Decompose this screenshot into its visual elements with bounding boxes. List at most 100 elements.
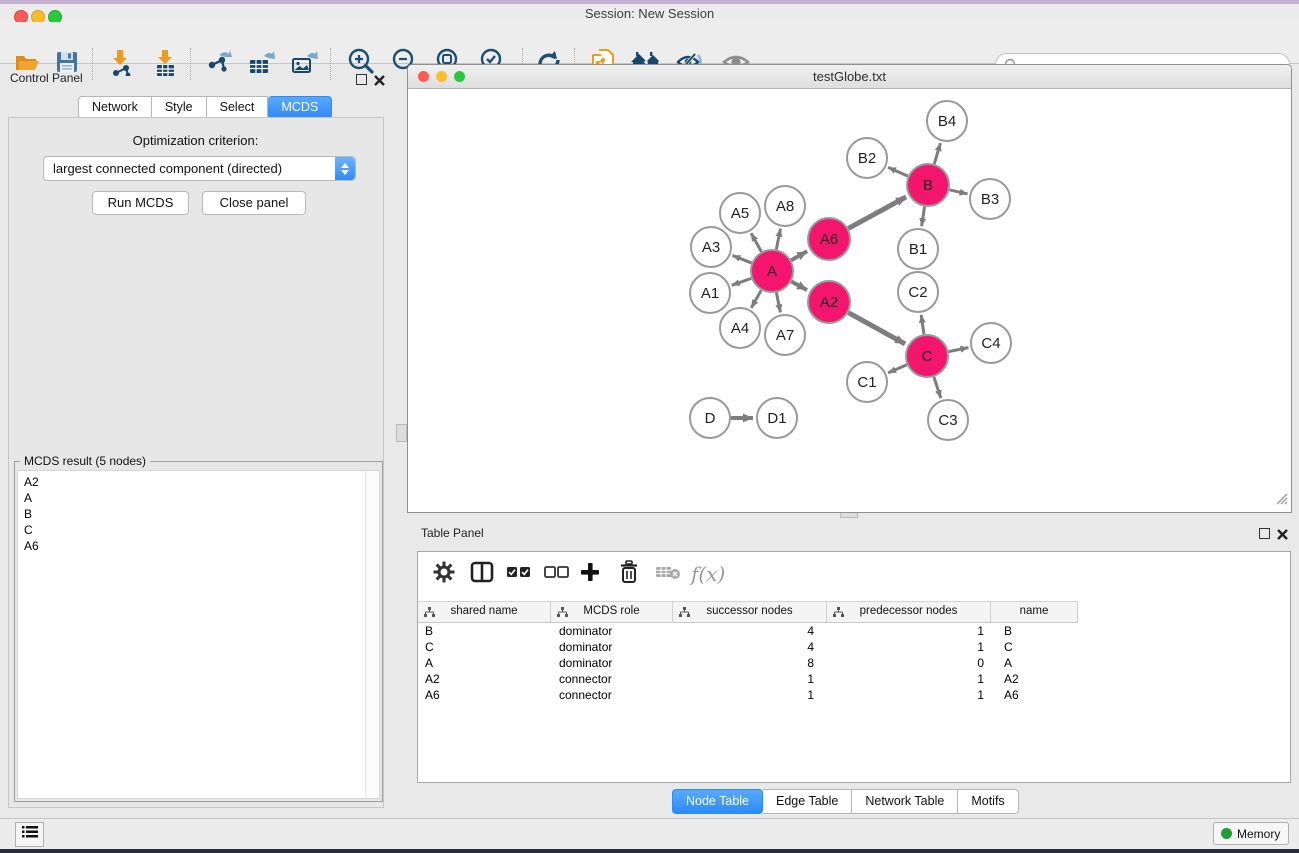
export-network-button[interactable]: [200, 47, 238, 81]
window-resize-grip[interactable]: [1274, 491, 1288, 510]
graph-edge-C-C1[interactable]: [888, 365, 907, 373]
node-table-container: f(x) shared name MCDS role successor nod…: [417, 551, 1291, 783]
function-builder-button[interactable]: f(x): [691, 560, 725, 588]
table-cell[interactable]: 0: [827, 655, 991, 671]
control-panel-title: Control Panel: [10, 71, 83, 85]
graph-edge-A-A1[interactable]: [732, 278, 752, 285]
tab-network-table[interactable]: Network Table: [852, 789, 958, 814]
graph-edge-A6-B[interactable]: [848, 197, 906, 228]
column-header-predecessor-nodes[interactable]: predecessor nodes: [827, 602, 991, 622]
tab-network[interactable]: Network: [78, 96, 152, 119]
tab-edge-table[interactable]: Edge Table: [763, 789, 852, 814]
table-row[interactable]: A dominator 8 0 A: [418, 655, 1078, 671]
criterion-dropdown[interactable]: largest connected component (directed): [43, 156, 356, 181]
table-cell[interactable]: dominator: [551, 655, 673, 671]
table-cell[interactable]: B: [991, 623, 1078, 639]
export-table-button[interactable]: [242, 47, 280, 81]
network-window-titlebar[interactable]: testGlobe.txt: [408, 65, 1291, 89]
table-cell[interactable]: A6: [418, 687, 551, 703]
graph-edge-B-B2[interactable]: [888, 167, 908, 176]
import-table-button[interactable]: [146, 47, 184, 81]
table-cell[interactable]: 1: [827, 639, 991, 655]
table-cell[interactable]: 1: [827, 687, 991, 703]
table-cell[interactable]: dominator: [551, 623, 673, 639]
graph-edge-C-C3[interactable]: [934, 377, 941, 398]
graph-edge-C-C4[interactable]: [949, 348, 969, 352]
memory-status-button[interactable]: Memory: [1213, 822, 1289, 845]
table-row[interactable]: B dominator 4 1 B: [418, 623, 1078, 639]
table-cell[interactable]: A2: [991, 671, 1078, 687]
table-cell[interactable]: 4: [673, 623, 827, 639]
graph-edge-C-C2[interactable]: [921, 315, 924, 334]
table-cell[interactable]: connector: [551, 671, 673, 687]
delete-column-button[interactable]: [618, 560, 640, 588]
run-mcds-button[interactable]: Run MCDS: [92, 191, 189, 215]
table-cell[interactable]: C: [991, 639, 1078, 655]
delete-table-button[interactable]: [655, 560, 681, 588]
table-cell[interactable]: 1: [673, 687, 827, 703]
import-network-button[interactable]: [102, 47, 140, 81]
graph-edge-B-B1[interactable]: [922, 207, 925, 227]
table-panel-float-icon[interactable]: [1259, 528, 1270, 539]
network-view-window: testGlobe.txt AA1A2A3A4A5A6A7A8BB1B2B3B4…: [407, 64, 1292, 513]
add-column-button[interactable]: [580, 560, 600, 588]
graph-edge-A-A5[interactable]: [751, 233, 761, 252]
graph-edge-B-B4[interactable]: [934, 143, 940, 164]
select-all-columns-button[interactable]: [506, 560, 532, 588]
graph-edge-A-A8[interactable]: [776, 229, 780, 250]
tab-select[interactable]: Select: [207, 96, 269, 119]
export-image-button[interactable]: [285, 47, 323, 81]
table-cell[interactable]: 4: [673, 639, 827, 655]
graph-node-label-A4: A4: [731, 320, 749, 337]
table-cell[interactable]: A: [418, 655, 551, 671]
control-panel-close-icon[interactable]: [374, 73, 385, 84]
table-cell[interactable]: 1: [827, 671, 991, 687]
list-item[interactable]: B: [24, 506, 379, 522]
column-header-successor-nodes[interactable]: successor nodes: [673, 602, 827, 622]
graph-edge-B-B3[interactable]: [949, 190, 967, 194]
table-cell[interactable]: dominator: [551, 639, 673, 655]
network-window-title: testGlobe.txt: [408, 69, 1291, 84]
graph-edge-A-A2[interactable]: [791, 282, 807, 291]
graph-edge-A-A7[interactable]: [776, 293, 780, 313]
table-cell[interactable]: 1: [827, 623, 991, 639]
vertical-splitter-grip[interactable]: [396, 424, 407, 442]
table-row[interactable]: A6 connector 1 1 A6: [418, 687, 1078, 703]
table-cell[interactable]: 1: [673, 671, 827, 687]
table-row[interactable]: C dominator 4 1 C: [418, 639, 1078, 655]
tab-node-table[interactable]: Node Table: [672, 789, 763, 814]
column-settings-button[interactable]: [432, 560, 456, 588]
control-panel-float-icon[interactable]: [356, 74, 367, 85]
toggle-column-panel-button[interactable]: [470, 560, 494, 588]
network-canvas[interactable]: AA1A2A3A4A5A6A7A8BB1B2B3B4CC1C2C3C4DD1: [408, 89, 1289, 511]
list-item[interactable]: A: [24, 490, 379, 506]
delete-table-icon: [655, 563, 681, 586]
graph-edge-A-A4[interactable]: [751, 290, 761, 308]
graph-edge-A-A6[interactable]: [791, 251, 807, 260]
close-panel-button[interactable]: Close panel: [202, 191, 306, 215]
deselect-all-columns-button[interactable]: [544, 560, 570, 588]
scrollbar-track[interactable]: [365, 471, 379, 798]
table-cell[interactable]: C: [418, 639, 551, 655]
graph-edge-A-A3[interactable]: [732, 255, 751, 263]
table-cell[interactable]: B: [418, 623, 551, 639]
list-item[interactable]: A2: [24, 474, 379, 490]
graph-node-label-C2: C2: [908, 284, 927, 301]
table-cell[interactable]: A6: [991, 687, 1078, 703]
tab-style[interactable]: Style: [152, 96, 207, 119]
list-item[interactable]: A6: [24, 538, 379, 554]
table-cell[interactable]: connector: [551, 687, 673, 703]
table-panel-close-icon[interactable]: [1277, 527, 1288, 538]
table-cell[interactable]: A2: [418, 671, 551, 687]
tab-motifs[interactable]: Motifs: [958, 789, 1018, 814]
graph-edge-A2-C[interactable]: [848, 313, 905, 344]
table-cell[interactable]: 8: [673, 655, 827, 671]
column-header-name[interactable]: name: [991, 602, 1078, 622]
table-cell[interactable]: A: [991, 655, 1078, 671]
column-header-mcds-role[interactable]: MCDS role: [551, 602, 673, 622]
table-row[interactable]: A2 connector 1 1 A2: [418, 671, 1078, 687]
tab-mcds[interactable]: MCDS: [268, 96, 332, 119]
task-history-button[interactable]: [15, 822, 44, 847]
column-header-shared-name[interactable]: shared name: [418, 602, 551, 622]
list-item[interactable]: C: [24, 522, 379, 538]
